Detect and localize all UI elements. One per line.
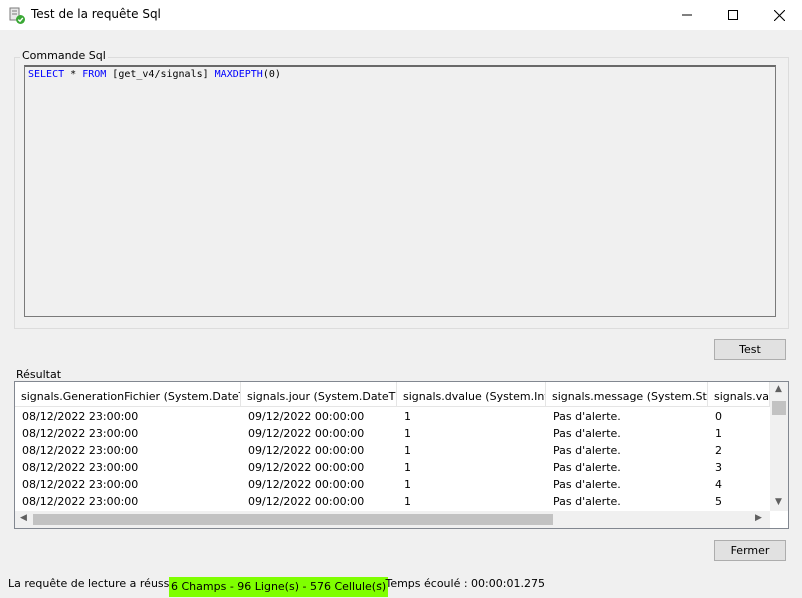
status-elapsed-time: - Temps écoulé : 00:00:01.275 <box>378 577 545 590</box>
table-cell: 1 <box>404 427 411 440</box>
column-header[interactable]: signals.message (System.String) <box>546 382 708 407</box>
vertical-scroll-thumb[interactable] <box>772 401 786 415</box>
table-row[interactable]: 08/12/2022 23:00:00 09/12/2022 00:00:00 … <box>15 476 770 493</box>
table-cell: 1 <box>404 410 411 423</box>
table-cell: Pas d'alerte. <box>553 444 621 457</box>
table-cell: Pas d'alerte. <box>553 478 621 491</box>
sql-command-group-label: Commande Sql <box>20 49 108 62</box>
window-title: Test de la requête Sql <box>31 7 161 21</box>
maximize-button[interactable] <box>710 0 756 30</box>
table-cell: 08/12/2022 23:00:00 <box>22 461 139 474</box>
sql-test-window: Test de la requête Sql Commande Sql SELE… <box>0 0 802 598</box>
sql-editor[interactable]: SELECT * FROM [get_v4/signals] MAXDEPTH(… <box>24 65 776 317</box>
status-summary-badge: 6 Champs - 96 Ligne(s) - 576 Cellule(s) <box>169 577 389 597</box>
table-cell: 1 <box>404 478 411 491</box>
title-bar[interactable]: Test de la requête Sql <box>0 0 802 30</box>
table-cell: 09/12/2022 00:00:00 <box>248 461 365 474</box>
table-cell: 1 <box>715 427 722 440</box>
table-cell: 08/12/2022 23:00:00 <box>22 478 139 491</box>
result-group-label: Résultat <box>16 368 62 381</box>
table-cell: 1 <box>404 461 411 474</box>
table-cell: 4 <box>715 478 722 491</box>
table-cell: 0 <box>715 410 722 423</box>
column-header[interactable]: signals.GenerationFichier (System.DateTi… <box>15 382 241 407</box>
status-bar: La requête de lecture a réussi - 6 Champ… <box>0 571 802 598</box>
sql-query-text[interactable]: SELECT * FROM [get_v4/signals] MAXDEPTH(… <box>28 69 281 80</box>
minimize-button[interactable] <box>664 0 710 30</box>
table-cell: 08/12/2022 23:00:00 <box>22 495 139 508</box>
table-cell: 08/12/2022 23:00:00 <box>22 427 139 440</box>
table-cell: 08/12/2022 23:00:00 <box>22 410 139 423</box>
table-cell: Pas d'alerte. <box>553 427 621 440</box>
table-cell: 1 <box>404 495 411 508</box>
column-header[interactable]: signals.jour (System.DateTime) <box>241 382 397 407</box>
sql-keyword-maxdepth: MAXDEPTH <box>214 69 263 80</box>
table-cell: 5 <box>715 495 722 508</box>
table-cell: 09/12/2022 00:00:00 <box>248 495 365 508</box>
horizontal-scrollbar[interactable]: ◀ ▶ <box>15 511 770 528</box>
table-row[interactable]: 08/12/2022 23:00:00 09/12/2022 00:00:00 … <box>15 425 770 442</box>
sql-keyword-select: SELECT <box>28 69 65 80</box>
table-row[interactable]: 08/12/2022 23:00:00 09/12/2022 00:00:00 … <box>15 442 770 459</box>
sql-star: * <box>64 69 83 80</box>
scroll-up-icon[interactable]: ▲ <box>775 384 782 394</box>
result-grid[interactable]: signals.GenerationFichier (System.DateTi… <box>14 381 789 529</box>
table-cell: 09/12/2022 00:00:00 <box>248 427 365 440</box>
table-cell: 3 <box>715 461 722 474</box>
table-cell: Pas d'alerte. <box>553 410 621 423</box>
scroll-right-icon[interactable]: ▶ <box>755 513 762 523</box>
close-icon <box>773 9 785 21</box>
table-cell: 2 <box>715 444 722 457</box>
database-query-icon <box>9 7 25 24</box>
scroll-left-icon[interactable]: ◀ <box>20 513 27 523</box>
close-button[interactable]: Fermer <box>714 540 786 561</box>
scroll-down-icon[interactable]: ▼ <box>775 497 782 507</box>
table-cell: Pas d'alerte. <box>553 461 621 474</box>
sql-keyword-from: FROM <box>82 69 107 80</box>
sql-table-name: [get_v4/signals] <box>106 69 215 80</box>
table-cell: 09/12/2022 00:00:00 <box>248 410 365 423</box>
table-cell: 08/12/2022 23:00:00 <box>22 444 139 457</box>
column-header[interactable]: signals.dvalue (System.Int64) <box>397 382 546 407</box>
table-row[interactable]: 08/12/2022 23:00:00 09/12/2022 00:00:00 … <box>15 493 770 510</box>
vertical-scrollbar[interactable]: ▲ ▼ <box>770 382 788 511</box>
minimize-icon <box>682 14 692 16</box>
table-row[interactable]: 08/12/2022 23:00:00 09/12/2022 00:00:00 … <box>15 459 770 476</box>
horizontal-scroll-thumb[interactable] <box>33 514 553 525</box>
grid-rows: 08/12/2022 23:00:00 09/12/2022 00:00:00 … <box>15 408 770 510</box>
maximize-icon <box>728 10 738 20</box>
grid-header: signals.GenerationFichier (System.DateTi… <box>15 382 770 407</box>
table-cell: Pas d'alerte. <box>553 495 621 508</box>
table-row[interactable]: 08/12/2022 23:00:00 09/12/2022 00:00:00 … <box>15 408 770 425</box>
table-cell: 1 <box>404 444 411 457</box>
close-window-button[interactable] <box>756 0 802 30</box>
table-cell: 09/12/2022 00:00:00 <box>248 478 365 491</box>
test-button[interactable]: Test <box>714 339 786 360</box>
sql-args: (0) <box>262 69 281 80</box>
table-cell: 09/12/2022 00:00:00 <box>248 444 365 457</box>
column-header[interactable]: signals.value <box>708 382 770 407</box>
status-prefix: La requête de lecture a réussi - <box>8 577 180 590</box>
